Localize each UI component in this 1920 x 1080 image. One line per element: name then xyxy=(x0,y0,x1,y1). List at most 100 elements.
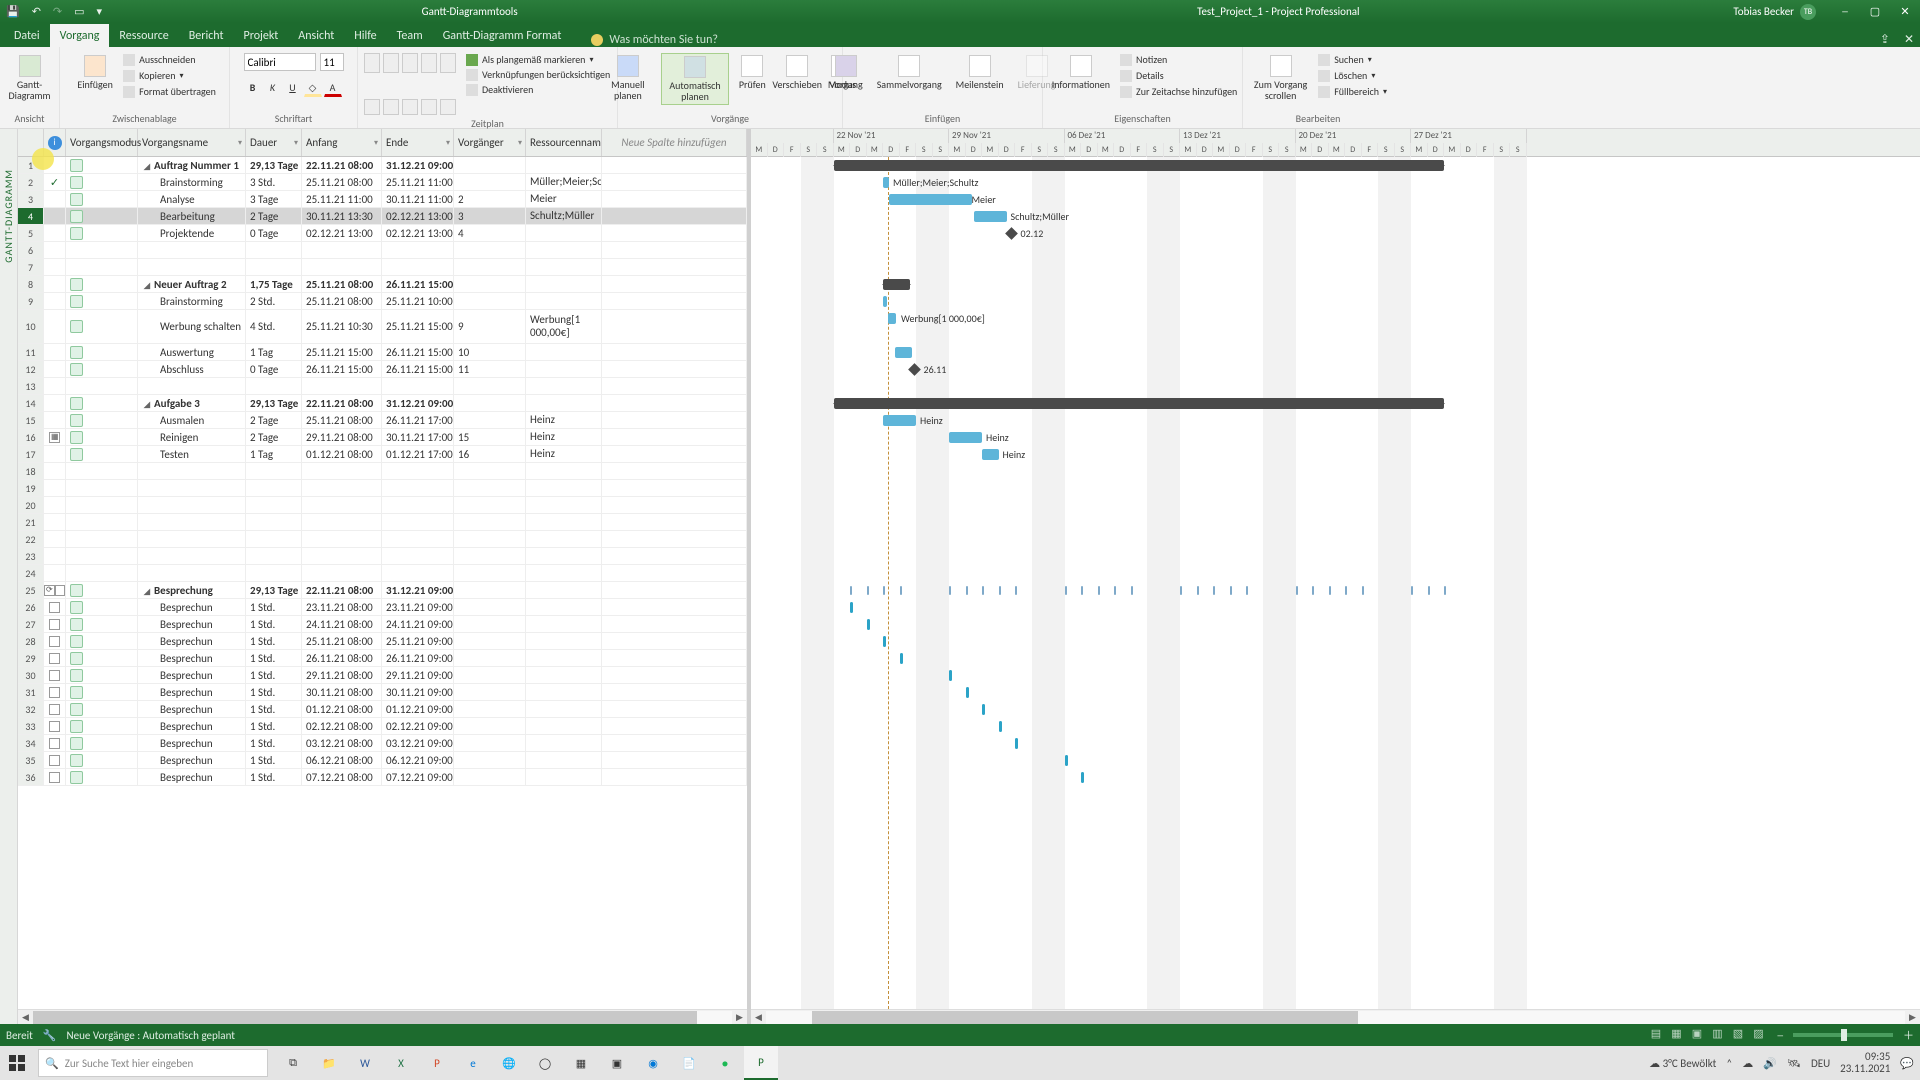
table-row[interactable]: 21 xyxy=(18,514,747,531)
link-button[interactable] xyxy=(402,99,418,115)
collapse-icon[interactable]: ◢ xyxy=(142,281,152,291)
table-row[interactable]: 30Besprechun1 Std.29.11.21 08:0029.11.21… xyxy=(18,667,747,684)
table-row[interactable]: 35Besprechun1 Std.06.12.21 08:0006.12.21… xyxy=(18,752,747,769)
col-res[interactable]: Ressourcennam xyxy=(526,129,602,156)
excel-icon[interactable]: X xyxy=(384,1046,418,1080)
task-bar[interactable] xyxy=(999,721,1002,732)
chrome-icon[interactable]: 🌐 xyxy=(492,1046,526,1080)
table-row[interactable]: 27Besprechun1 Std.24.11.21 08:0024.11.21… xyxy=(18,616,747,633)
scroll-to-task-button[interactable]: Zum Vorgang scrollen xyxy=(1249,53,1312,103)
tab-bericht[interactable]: Bericht xyxy=(179,24,234,47)
lang-indicator[interactable]: DEU xyxy=(1811,1057,1830,1070)
obs-icon[interactable]: ◯ xyxy=(528,1046,562,1080)
project-icon[interactable]: P xyxy=(744,1046,778,1080)
font-name-input[interactable] xyxy=(244,53,316,71)
col-mode[interactable]: Vorgangsmodus xyxy=(66,129,138,156)
table-row[interactable]: 28Besprechun1 Std.25.11.21 08:0025.11.21… xyxy=(18,633,747,650)
col-name[interactable]: Vorgangsname xyxy=(138,129,246,156)
close-button[interactable]: ✕ xyxy=(1890,0,1920,23)
tab-datei[interactable]: Datei xyxy=(4,24,50,47)
tell-me[interactable]: Was möchten Sie tun? xyxy=(591,33,718,47)
tab-hilfe[interactable]: Hilfe xyxy=(344,24,386,47)
mark-on-track-button[interactable]: Als plangemäß markieren▾ xyxy=(466,53,610,66)
respect-links-button[interactable]: Verknüpfungen berücksichtigen xyxy=(466,68,610,81)
fill-color-button[interactable]: ◇ xyxy=(304,79,322,97)
table-row[interactable]: 24 xyxy=(18,565,747,582)
task-bar[interactable] xyxy=(982,449,999,460)
view-usage-icon[interactable]: ▦ xyxy=(1668,1027,1686,1043)
insert-milestone-button[interactable]: Meilenstein xyxy=(952,53,1008,92)
format-painter-button[interactable]: Format übertragen xyxy=(123,85,216,98)
insert-task-button[interactable]: Vorgang xyxy=(826,53,867,92)
view-network-icon[interactable]: ▥ xyxy=(1709,1027,1727,1043)
table-row[interactable]: 17Testen1 Tag01.12.21 08:0001.12.21 17:0… xyxy=(18,446,747,463)
tab-team[interactable]: Team xyxy=(387,24,433,47)
cut-button[interactable]: Ausschneiden xyxy=(123,53,216,66)
task-bar[interactable] xyxy=(974,211,1007,222)
task-bar[interactable] xyxy=(1065,755,1068,766)
summary-bar[interactable] xyxy=(834,398,1445,409)
tab-ressource[interactable]: Ressource xyxy=(109,24,178,47)
split-button[interactable] xyxy=(440,99,456,115)
move-button[interactable]: Verschieben xyxy=(775,53,819,92)
onedrive-icon[interactable]: ☁ xyxy=(1742,1057,1753,1070)
network-icon[interactable]: 🛰 xyxy=(1787,1057,1801,1070)
table-row[interactable]: 18 xyxy=(18,463,747,480)
touch-icon[interactable]: ▭ xyxy=(74,5,84,18)
col-start[interactable]: Anfang xyxy=(302,129,382,156)
app-icon-2[interactable]: ▣ xyxy=(600,1046,634,1080)
grid-hscroll[interactable]: ◀▶ xyxy=(18,1009,747,1024)
col-dur[interactable]: Dauer xyxy=(246,129,302,156)
col-end[interactable]: Ende xyxy=(382,129,454,156)
task-bar[interactable] xyxy=(883,296,887,307)
paste-button[interactable]: Einfügen xyxy=(73,53,117,92)
view-strip[interactable]: GANTT-DIAGRAMM xyxy=(0,129,18,1024)
gantt-view-button[interactable]: Gantt- Diagramm xyxy=(5,53,55,103)
collapse-icon[interactable]: ◢ xyxy=(142,587,152,597)
tab-ansicht[interactable]: Ansicht xyxy=(288,24,344,47)
table-row[interactable]: 34Besprechun1 Std.03.12.21 08:0003.12.21… xyxy=(18,735,747,752)
gantt-chart[interactable]: 22 Nov '2129 Nov '2106 Dez '2113 Dez '21… xyxy=(751,129,1920,1024)
taskbar-search[interactable]: 🔍 Zur Suche Text hier eingeben xyxy=(38,1049,268,1077)
unlink-button[interactable] xyxy=(421,99,437,115)
table-row[interactable]: 12Abschluss0 Tage26.11.21 15:0026.11.21 … xyxy=(18,361,747,378)
tab-projekt[interactable]: Projekt xyxy=(234,24,289,47)
task-bar[interactable] xyxy=(883,177,889,188)
user-area[interactable]: Tobias Becker TB xyxy=(1719,4,1830,20)
find-button[interactable]: Suchen▾ xyxy=(1318,53,1387,66)
table-row[interactable]: 26Besprechun1 Std.23.11.21 08:0023.11.21… xyxy=(18,599,747,616)
task-bar[interactable] xyxy=(867,619,870,630)
copy-button[interactable]: Kopieren▾ xyxy=(123,69,216,82)
save-icon[interactable]: 💾 xyxy=(6,5,20,18)
table-row[interactable]: 22 xyxy=(18,531,747,548)
outdent-button[interactable] xyxy=(364,99,380,115)
inspect-button[interactable]: Prüfen xyxy=(735,53,769,92)
milestone[interactable] xyxy=(908,363,921,376)
task-bar[interactable] xyxy=(883,415,916,426)
table-row[interactable]: 25◢Besprechung29,13 Tage22.11.21 08:0031… xyxy=(18,582,747,599)
powerpoint-icon[interactable]: P xyxy=(420,1046,454,1080)
task-bar[interactable] xyxy=(850,602,853,613)
volume-icon[interactable]: 🔊 xyxy=(1763,1057,1777,1070)
table-row[interactable]: 31Besprechun1 Std.30.11.21 08:0030.11.21… xyxy=(18,684,747,701)
tab-vorgang[interactable]: Vorgang xyxy=(50,24,110,47)
tray-chevron-icon[interactable]: ˄ xyxy=(1726,1057,1732,1070)
task-bar[interactable] xyxy=(1081,772,1084,783)
manual-schedule-button[interactable]: Manuell planen xyxy=(601,53,655,103)
table-row[interactable]: 29Besprechun1 Std.26.11.21 08:0026.11.21… xyxy=(18,650,747,667)
milestone[interactable] xyxy=(1005,227,1018,240)
start-button[interactable] xyxy=(0,1046,34,1080)
task-bar[interactable] xyxy=(949,432,982,443)
explorer-icon[interactable]: 📁 xyxy=(312,1046,346,1080)
app-icon-1[interactable]: ▦ xyxy=(564,1046,598,1080)
table-row[interactable]: 15Ausmalen2 Tage25.11.21 08:0026.11.21 1… xyxy=(18,412,747,429)
table-row[interactable]: 11Auswertung1 Tag25.11.21 15:0026.11.21 … xyxy=(18,344,747,361)
table-row[interactable]: 7 xyxy=(18,259,747,276)
notes-button[interactable]: Notizen xyxy=(1120,53,1237,66)
table-row[interactable]: 6 xyxy=(18,242,747,259)
table-row[interactable]: 13 xyxy=(18,378,747,395)
table-row[interactable]: 10Werbung schalten4 Std.25.11.21 10:3025… xyxy=(18,310,747,344)
minimize-button[interactable]: ─ xyxy=(1830,0,1860,23)
table-row[interactable]: 23 xyxy=(18,548,747,565)
col-pred[interactable]: Vorgänger xyxy=(454,129,526,156)
